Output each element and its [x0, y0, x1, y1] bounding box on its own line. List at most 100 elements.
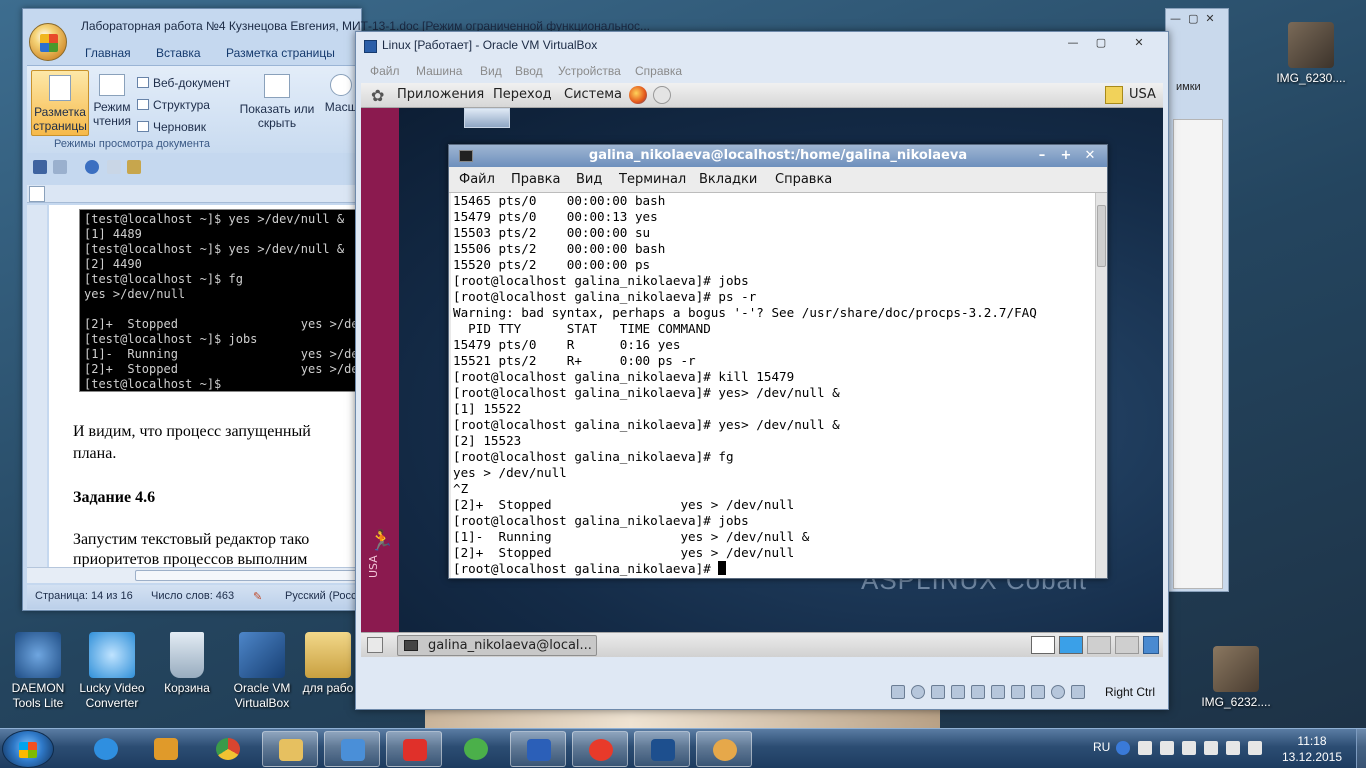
menu-applications[interactable]: Приложения — [397, 87, 484, 102]
taskbar-audio[interactable] — [324, 731, 380, 767]
taskbar-paint[interactable] — [696, 731, 752, 767]
language-indicator[interactable]: Русский (Росс — [285, 590, 357, 602]
flag-icon[interactable] — [1160, 741, 1174, 755]
cd-icon[interactable] — [911, 685, 925, 699]
menu-file[interactable]: Файл — [370, 64, 400, 78]
draft-button[interactable]: Черновик — [137, 120, 206, 134]
terminal-output[interactable]: 15465 pts/0 00:00:00 bash 15479 pts/0 00… — [451, 193, 1095, 578]
menu-devices[interactable]: Устройства — [558, 64, 621, 78]
background-window-controls[interactable]: — ▢ ✕ — [1170, 12, 1215, 25]
minimize-button[interactable]: — — [1062, 36, 1084, 52]
virtualization-icon[interactable] — [1031, 685, 1045, 699]
taskbar-yandex-browser[interactable] — [572, 731, 628, 767]
input-language[interactable]: RU — [1093, 740, 1110, 754]
notes-icon[interactable] — [1105, 86, 1123, 104]
outline-button[interactable]: Структура — [137, 98, 210, 112]
terminal-title-bar[interactable]: galina_nikolaeva@localhost:/home/galina_… — [449, 145, 1107, 167]
taskbar-yandex[interactable] — [386, 731, 442, 767]
taskbar-chrome[interactable] — [200, 731, 256, 767]
reading-mode-button[interactable]: Режим чтения — [91, 74, 133, 128]
shared-folders-icon[interactable] — [971, 685, 985, 699]
spellcheck-icon[interactable]: ✎ — [253, 590, 262, 603]
tab-insert[interactable]: Вставка — [156, 46, 201, 60]
taskbar-word[interactable] — [510, 731, 566, 767]
desktop-icon-lucky-video[interactable]: Lucky Video Converter — [74, 632, 150, 711]
word-count[interactable]: Число слов: 463 — [151, 590, 234, 602]
workspace-2[interactable] — [1059, 636, 1083, 654]
notifications-arrow-icon[interactable] — [1138, 741, 1152, 755]
document-page[interactable]: [test@localhost ~]$ yes >/dev/null & [1]… — [49, 205, 369, 568]
display-icon[interactable] — [991, 685, 1005, 699]
horizontal-scrollbar[interactable] — [27, 567, 365, 583]
taskbar-messenger[interactable] — [448, 731, 504, 767]
trash-icon[interactable] — [1143, 636, 1159, 654]
desktop-icon-img6232[interactable]: IMG_6232.... — [1198, 646, 1274, 710]
keyboard-capture-icon[interactable] — [1071, 685, 1085, 699]
print-preview-icon[interactable] — [107, 160, 121, 174]
workspace-3[interactable] — [1087, 636, 1111, 654]
undo-icon[interactable] — [53, 160, 67, 174]
minimize-button[interactable]: – — [1033, 147, 1051, 165]
menu-terminal[interactable]: Терминал — [619, 172, 686, 187]
workspace-1[interactable] — [1031, 636, 1055, 654]
menu-file[interactable]: Файл — [459, 172, 495, 187]
taskbar-explorer[interactable] — [262, 731, 318, 767]
taskbar-media-player[interactable] — [138, 731, 194, 767]
page-count[interactable]: Страница: 14 из 16 — [35, 590, 133, 602]
desktop-icon-daemon-tools[interactable]: DAEMON Tools Lite — [0, 632, 76, 711]
tab-selector[interactable] — [29, 186, 45, 202]
maximize-button[interactable]: + — [1057, 147, 1075, 165]
menu-system[interactable]: Система — [564, 87, 622, 102]
terminal-scrollbar[interactable] — [1095, 193, 1107, 578]
firefox-icon[interactable] — [629, 86, 647, 104]
tab-page-layout[interactable]: Разметка страницы — [226, 46, 335, 60]
menu-help[interactable]: Справка — [635, 64, 682, 78]
tab-home[interactable]: Главная — [85, 46, 131, 60]
video-capture-icon[interactable] — [1011, 685, 1025, 699]
menu-machine[interactable]: Машина — [416, 64, 462, 78]
workspace-4[interactable] — [1115, 636, 1139, 654]
redo-icon[interactable] — [85, 160, 99, 174]
close-button[interactable]: ✕ — [1128, 36, 1150, 52]
mouse-integration-icon[interactable] — [1051, 685, 1065, 699]
network-icon[interactable] — [931, 685, 945, 699]
show-desktop-button[interactable] — [1356, 729, 1366, 768]
office-button[interactable] — [29, 23, 67, 61]
print-layout-button[interactable]: Разметка страницы — [31, 70, 89, 136]
menu-input[interactable]: Ввод — [515, 64, 543, 78]
mail-icon[interactable] — [653, 86, 671, 104]
keyboard-layout[interactable]: USA — [1129, 87, 1156, 102]
clock[interactable]: 11:18 13.12.2015 — [1274, 733, 1350, 765]
maximize-button[interactable]: ▢ — [1090, 36, 1112, 52]
word-window[interactable]: Лабораторная работа №4 Кузнецова Евгения… — [22, 8, 650, 611]
web-doc-button[interactable]: Веб-документ — [137, 76, 230, 90]
menu-help[interactable]: Справка — [775, 172, 832, 187]
spelling-icon[interactable] — [127, 160, 141, 174]
help-icon[interactable] — [1116, 741, 1130, 755]
menu-places[interactable]: Переход — [493, 87, 552, 102]
taskbar-ie[interactable] — [78, 731, 134, 767]
show-desktop-icon[interactable] — [367, 637, 383, 653]
hdd-icon[interactable] — [891, 685, 905, 699]
menu-view[interactable]: Вид — [576, 172, 602, 187]
guest-terminal-window[interactable]: galina_nikolaeva@localhost:/home/galina_… — [448, 144, 1108, 579]
close-button[interactable]: ✕ — [1081, 147, 1099, 165]
computer-desktop-icon[interactable] — [464, 108, 510, 128]
save-icon[interactable] — [33, 160, 47, 174]
desktop-icon-virtualbox[interactable]: Oracle VM VirtualBox — [224, 632, 300, 711]
battery-icon[interactable] — [1204, 741, 1218, 755]
volume-icon[interactable] — [1226, 741, 1240, 755]
guest-task-terminal[interactable]: galina_nikolaeva@local... — [397, 635, 597, 656]
desktop-icon-folder[interactable]: для рабо — [298, 632, 358, 696]
menu-tabs[interactable]: Вкладки — [699, 172, 757, 187]
background-window[interactable]: имки — ▢ ✕ — [1165, 8, 1229, 592]
menu-edit[interactable]: Правка — [511, 172, 560, 187]
scrollbar-thumb[interactable] — [1097, 205, 1106, 267]
scrollbar-thumb[interactable] — [135, 570, 365, 581]
usb-icon[interactable] — [951, 685, 965, 699]
menu-view[interactable]: Вид — [480, 64, 502, 78]
desktop-icon-img6230[interactable]: IMG_6230.... — [1273, 22, 1349, 86]
tray-extra-icon[interactable] — [1248, 741, 1262, 755]
taskbar-virtualbox[interactable] — [634, 731, 690, 767]
show-hide-button[interactable]: Показать или скрыть — [239, 74, 315, 130]
